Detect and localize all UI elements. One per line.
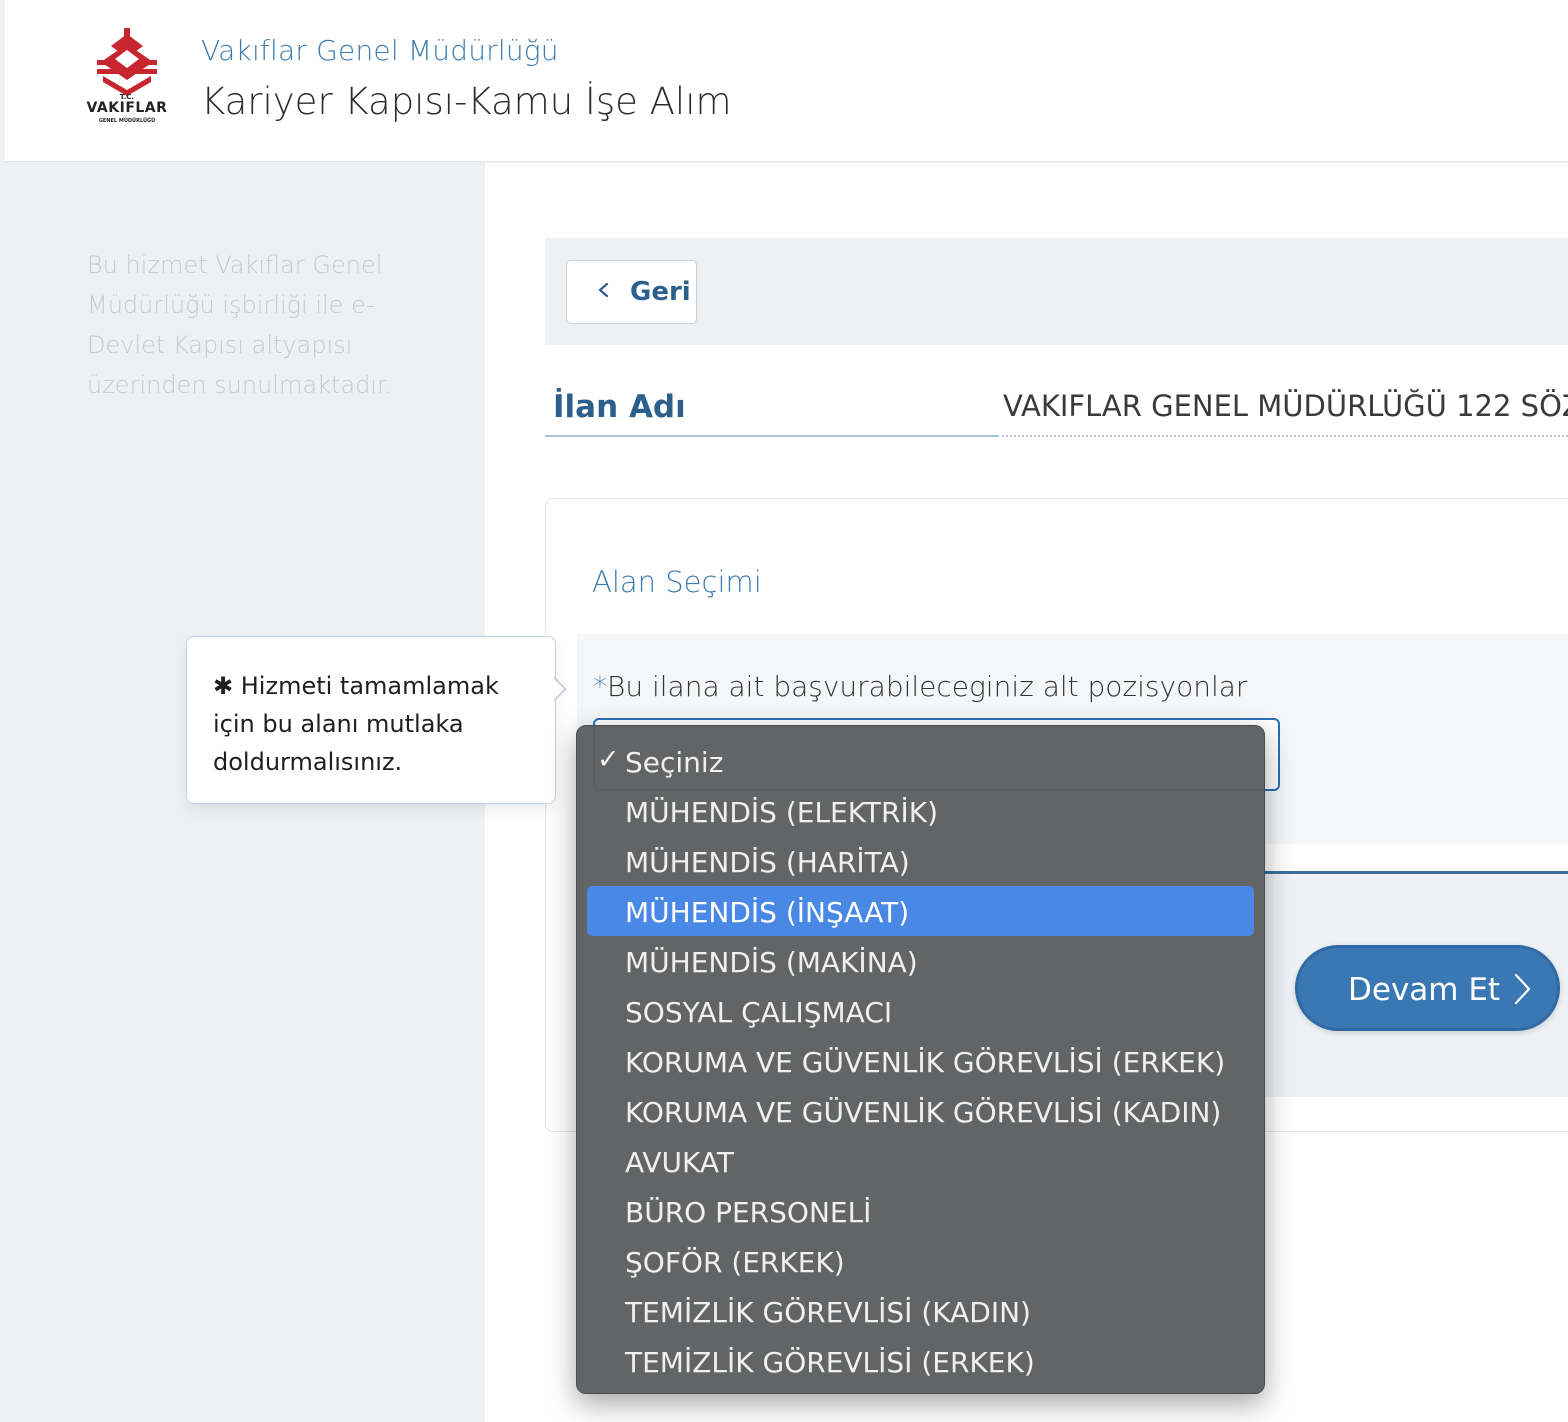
- asterisk-icon: ✱: [213, 672, 234, 700]
- dropdown-option[interactable]: SOSYAL ÇALIŞMACI: [587, 986, 1254, 1036]
- org-name: Vakıflar Genel Müdürlüğü: [201, 34, 559, 67]
- tooltip-message: Hizmeti tamamlamak için bu alanı mutlaka…: [213, 672, 499, 776]
- ilan-name-label-text: İlan Adı: [553, 389, 686, 425]
- chevron-right-icon: [1514, 973, 1531, 1005]
- dropdown-option[interactable]: AVUKAT: [587, 1136, 1254, 1186]
- dropdown-option[interactable]: MÜHENDİS (MAKİNA): [587, 936, 1254, 986]
- dropdown-option[interactable]: MÜHENDİS (ELEKTRİK): [587, 786, 1254, 836]
- sidebar-info-text: Bu hizmet Vakıflar Genel Müdürlüğü işbir…: [87, 251, 393, 399]
- logo-text: VAKIFLAR: [87, 100, 168, 116]
- service-title: Kariyer Kapısı-Kamu İşe Alım: [201, 80, 732, 123]
- tooltip-text: ✱ Hizmeti tamamlamak için bu alanı mutla…: [213, 667, 543, 781]
- vakiflar-logo: T.C. VAKIFLAR GENEL MÜDÜRLÜĞÜ: [83, 26, 171, 130]
- logo-sub-text: GENEL MÜDÜRLÜĞÜ: [99, 117, 155, 124]
- required-field-tooltip: ✱ Hizmeti tamamlamak için bu alanı mutla…: [186, 636, 556, 804]
- position-field-label-text: Bu ilana ait başvurabileceginiz alt pozi…: [607, 670, 1248, 703]
- dropdown-option[interactable]: ✓ Seçiniz: [587, 736, 1254, 786]
- dropdown-option[interactable]: TEMİZLİK GÖREVLİSİ (KADIN): [587, 1286, 1254, 1336]
- dropdown-option[interactable]: MÜHENDİS (HARİTA): [587, 836, 1254, 886]
- dropdown-option[interactable]: KORUMA VE GÜVENLİK GÖREVLİSİ (KADIN): [587, 1086, 1254, 1136]
- dropdown-option[interactable]: BÜRO PERSONELİ: [587, 1186, 1254, 1236]
- continue-label: Devam Et: [1348, 972, 1501, 1008]
- tooltip-arrow-inner: [553, 678, 564, 700]
- ilan-name-value: VAKIFLAR GENEL MÜDÜRLÜĞÜ 122 SÖZLEŞMELİ …: [997, 375, 1568, 437]
- ilan-name-label: İlan Adı: [545, 375, 997, 437]
- dropdown-option[interactable]: KORUMA VE GÜVENLİK GÖREVLİSİ (ERKEK): [587, 1036, 1254, 1086]
- dropdown-option[interactable]: ŞOFÖR (ERKEK): [587, 1236, 1254, 1286]
- position-dropdown-list[interactable]: ✓ Seçiniz MÜHENDİS (ELEKTRİK) MÜHENDİS (H…: [576, 725, 1265, 1394]
- checkmark-icon: ✓: [597, 744, 620, 775]
- toolbar: Geri: [545, 238, 1568, 345]
- position-field-label: *Bu ilana ait başvurabileceginiz alt poz…: [593, 670, 1247, 703]
- continue-button[interactable]: Devam Et: [1295, 945, 1560, 1031]
- chevron-left-icon: [598, 283, 609, 297]
- app-header: T.C. VAKIFLAR GENEL MÜDÜRLÜĞÜ Vakıflar G…: [5, 0, 1568, 162]
- back-label: Geri: [630, 277, 691, 307]
- ilan-name-value-text: VAKIFLAR GENEL MÜDÜRLÜĞÜ 122 SÖZLEŞMELİ …: [1003, 389, 1568, 423]
- back-button[interactable]: Geri: [566, 260, 697, 324]
- section-title: Alan Seçimi: [592, 565, 762, 599]
- required-mark: *: [593, 670, 607, 703]
- dropdown-option-highlighted[interactable]: MÜHENDİS (İNŞAAT): [587, 886, 1254, 936]
- dropdown-option[interactable]: TEMİZLİK GÖREVLİSİ (ERKEK): [587, 1336, 1254, 1386]
